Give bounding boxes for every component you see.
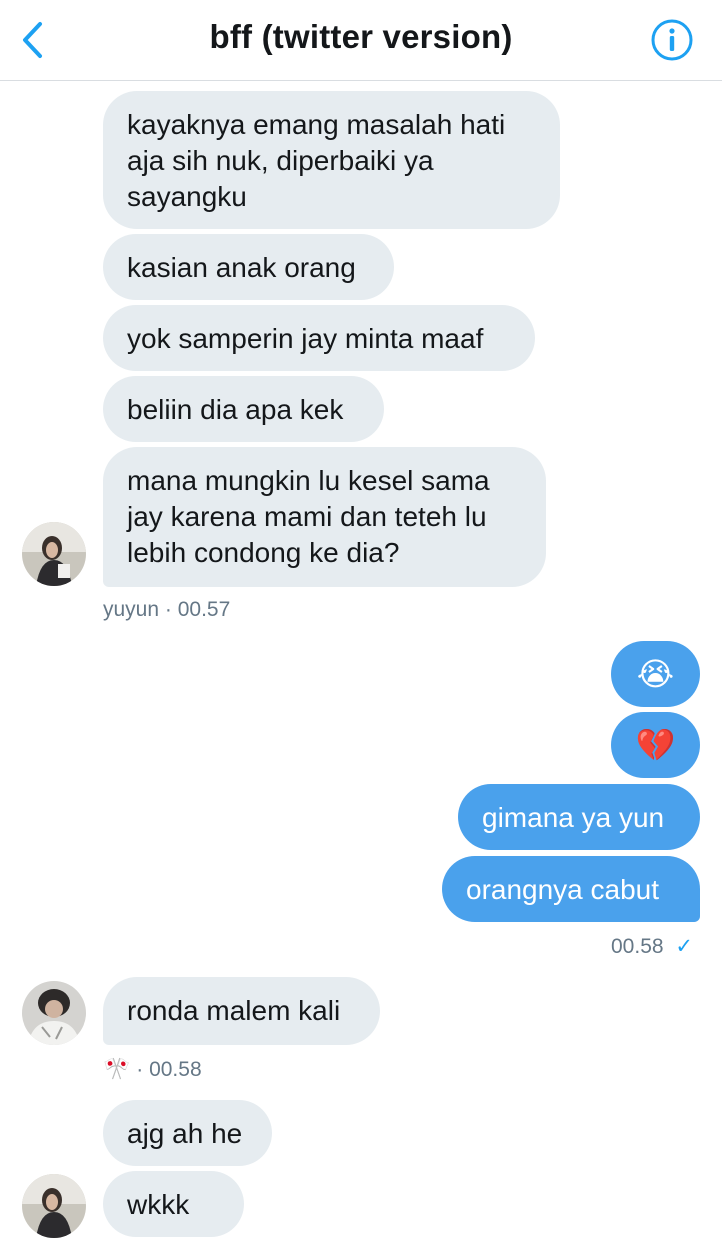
- message-text: wkkk: [127, 1189, 190, 1220]
- message-time: 00.58: [149, 1058, 202, 1081]
- message-bubble-outgoing[interactable]: orangnya cabut: [442, 856, 700, 922]
- message-text: kasian anak orang: [127, 252, 356, 283]
- message-text: yok samperin jay minta maaf: [127, 323, 484, 354]
- message-bubble-incoming[interactable]: mana mungkin lu kesel sama jay karena ma…: [103, 447, 546, 587]
- read-receipt-icon: ✓: [675, 935, 694, 958]
- message-bubble-outgoing[interactable]: 💔: [611, 712, 700, 778]
- message-meta: 🎌 · 00.58: [103, 1056, 202, 1082]
- avatar[interactable]: [22, 1174, 86, 1238]
- crying-face-emoji: 😭: [636, 656, 675, 692]
- message-text: orangnya cabut: [466, 874, 660, 905]
- info-button[interactable]: [650, 18, 694, 62]
- avatar[interactable]: [22, 981, 86, 1045]
- message-bubble-incoming[interactable]: kasian anak orang: [103, 234, 394, 300]
- message-bubble-incoming[interactable]: beliin dia apa kek: [103, 376, 384, 442]
- conversation-title: bff (twitter version): [209, 18, 513, 55]
- message-text: ajg ah he: [127, 1118, 243, 1149]
- conversation-header: bff (twitter version): [0, 0, 722, 81]
- message-bubble-outgoing[interactable]: gimana ya yun: [458, 784, 700, 850]
- message-text: beliin dia apa kek: [127, 394, 344, 425]
- info-icon: [651, 19, 693, 61]
- message-meta: yuyun · 00.57: [103, 598, 230, 622]
- sender-name: yuyun: [103, 598, 160, 621]
- broken-heart-emoji: 💔: [635, 727, 676, 763]
- message-text: ronda malem kali: [127, 995, 341, 1026]
- message-bubble-incoming[interactable]: wkkk: [103, 1171, 244, 1237]
- sender-name: 🎌: [103, 1056, 131, 1081]
- separator-dot: ·: [136, 1058, 150, 1081]
- separator-dot: ·: [164, 598, 178, 621]
- message-text: kayaknya emang masalah hati aja sih nuk,…: [127, 109, 506, 212]
- message-bubble-incoming[interactable]: ajg ah he: [103, 1100, 272, 1166]
- message-text: mana mungkin lu kesel sama jay karena ma…: [127, 465, 490, 568]
- message-bubble-incoming[interactable]: ronda malem kali: [103, 977, 380, 1045]
- message-meta: 00.58 ✓: [611, 934, 693, 959]
- message-text: gimana ya yun: [482, 802, 665, 833]
- message-time: 00.57: [177, 598, 231, 621]
- message-bubble-incoming[interactable]: yok samperin jay minta maaf: [103, 305, 535, 371]
- message-bubble-outgoing[interactable]: 😭: [611, 641, 700, 707]
- message-bubble-incoming[interactable]: kayaknya emang masalah hati aja sih nuk,…: [103, 91, 560, 229]
- message-time: 00.58: [611, 935, 664, 958]
- avatar[interactable]: [22, 522, 86, 586]
